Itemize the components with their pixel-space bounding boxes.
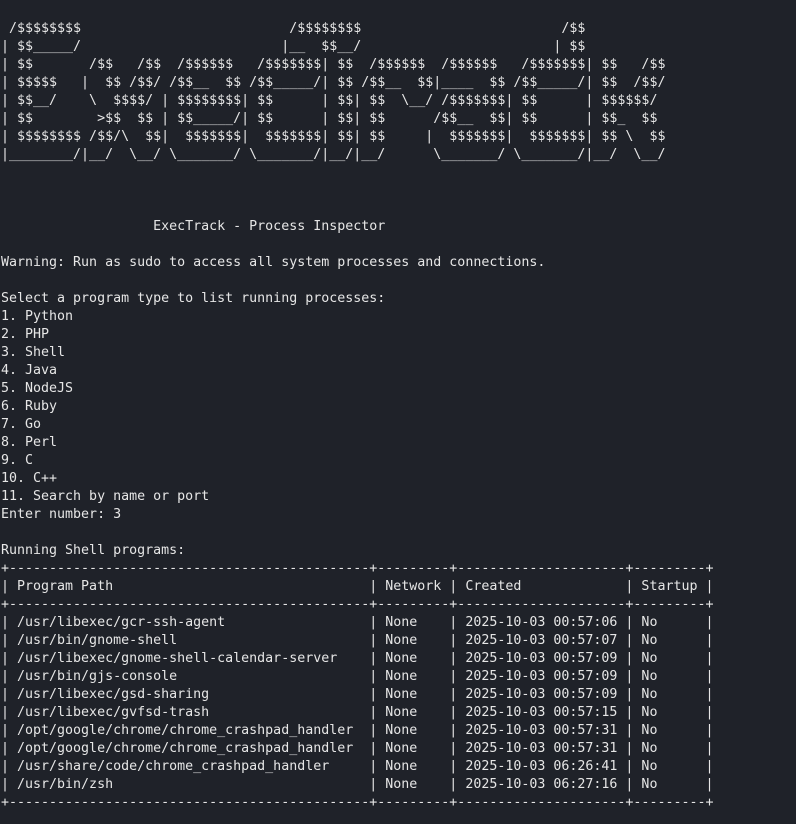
menu-item-ruby: 6. Ruby (1, 399, 58, 414)
banner-line: | $$__/ \ $$$$/ | $$$$$$$$| $$ | $$| $$ … (1, 93, 658, 108)
table-row: | /usr/libexec/gsd-sharing | None | 2025… (1, 687, 714, 702)
table-row: | /usr/libexec/gcr-ssh-agent | None | 20… (1, 615, 714, 630)
banner-line: | $$$$$$$$ /$$/\ $$| $$$$$$$| $$$$$$$| $… (1, 129, 666, 144)
warning-message: Warning: Run as sudo to access all syste… (1, 255, 546, 270)
terminal-window[interactable]: /$$$$$$$$ /$$$$$$$$ /$$ | $$_____/ |__ $… (0, 0, 796, 824)
menu-item-cpp: 10. C++ (1, 471, 58, 486)
table-row: | /opt/google/chrome/chrome_crashpad_han… (1, 741, 714, 756)
table-border: +---------------------------------------… (1, 561, 714, 576)
menu-item-java: 4. Java (1, 363, 58, 378)
table-row: | /usr/bin/gnome-shell | None | 2025-10-… (1, 633, 714, 648)
number-input[interactable]: 3 (113, 507, 121, 522)
menu-item-search: 11. Search by name or port (1, 489, 210, 504)
number-prompt[interactable]: Enter number: 3 (1, 506, 796, 524)
banner-line: /$$$$$$$$ /$$$$$$$$ /$$ (1, 21, 586, 36)
table-row: | /usr/share/code/chrome_crashpad_handle… (1, 759, 714, 774)
number-prompt-label: Enter number: (1, 507, 114, 522)
menu-item-perl: 8. Perl (1, 435, 58, 450)
app-title: ExecTrack - Process Inspector (1, 219, 386, 234)
table-header-row: | Program Path | Network | Created | Sta… (1, 579, 714, 594)
table-row: | /opt/google/chrome/chrome_crashpad_han… (1, 723, 714, 738)
menu-item-php: 2. PHP (1, 327, 50, 342)
menu-list: 1. Python 2. PHP 3. Shell 4. Java 5. Nod… (1, 308, 796, 506)
table-row: | /usr/bin/zsh | None | 2025-10-03 06:27… (1, 777, 714, 792)
table-border: +---------------------------------------… (1, 597, 714, 612)
banner-line: | $$ >$$ $$ | $$_____/| $$ | $$| $$ /$$_… (1, 111, 658, 126)
menu-item-shell: 3. Shell (1, 345, 66, 360)
results-heading: Running Shell programs: (1, 543, 186, 558)
table-row: | /usr/libexec/gvfsd-trash | None | 2025… (1, 705, 714, 720)
banner-line: |________/|__/ \__/ \_______/ \_______/|… (1, 147, 666, 162)
menu-item-python: 1. Python (1, 309, 74, 324)
banner-line: | $$ /$$ /$$ /$$$$$$ /$$$$$$$| $$ /$$$$$… (1, 57, 666, 72)
menu-item-c: 9. C (1, 453, 34, 468)
ascii-banner: /$$$$$$$$ /$$$$$$$$ /$$ | $$_____/ |__ $… (1, 20, 796, 164)
menu-prompt: Select a program type to list running pr… (1, 291, 386, 306)
table-row: | /usr/libexec/gnome-shell-calendar-serv… (1, 651, 714, 666)
banner-line: | $$$$$ | $$ /$$/ /$$__ $$ /$$_____/| $$… (1, 75, 666, 90)
table-border: +---------------------------------------… (1, 795, 714, 810)
banner-line: | $$_____/ |__ $$__/ | $$ (1, 39, 586, 54)
table-row: | /usr/bin/gjs-console | None | 2025-10-… (1, 669, 714, 684)
menu-item-go: 7. Go (1, 417, 42, 432)
process-table: +---------------------------------------… (1, 560, 796, 812)
menu-item-nodejs: 5. NodeJS (1, 381, 74, 396)
